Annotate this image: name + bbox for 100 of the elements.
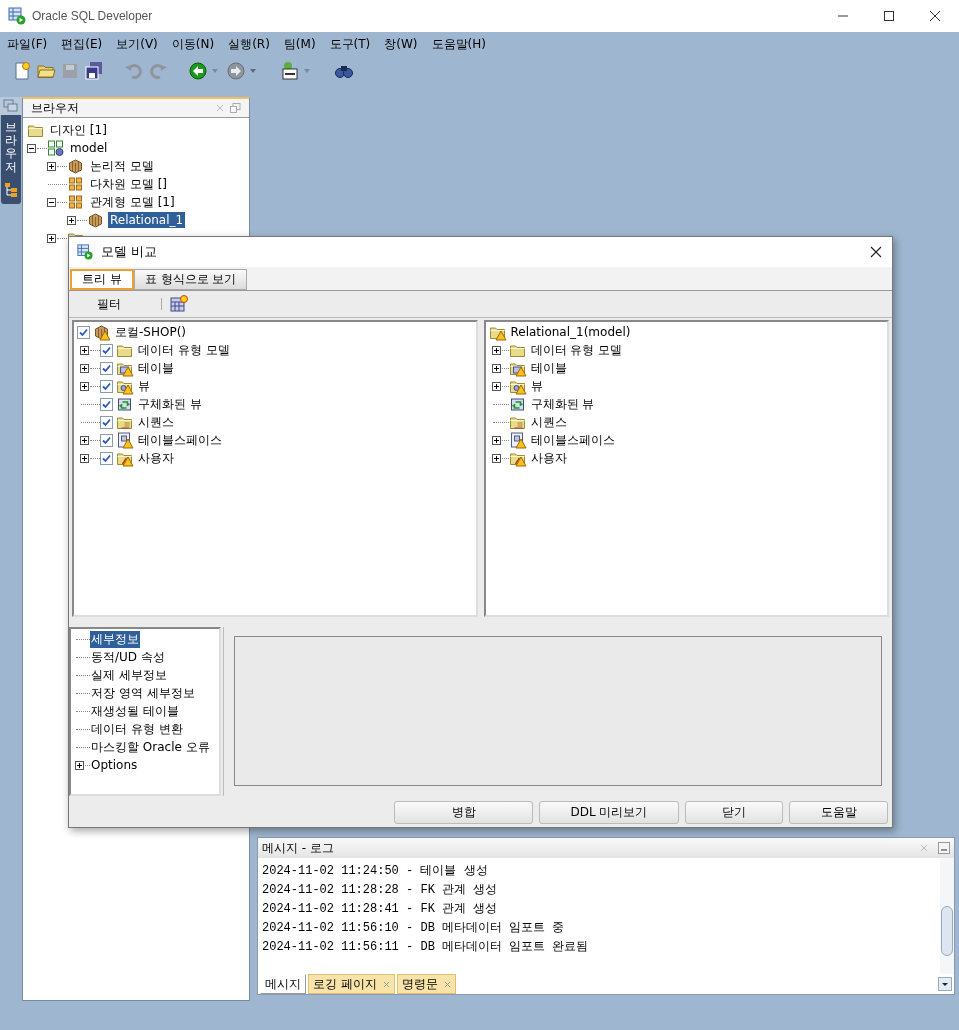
tree-item[interactable]: 테이블스페이스 (530, 431, 615, 449)
app-icon (8, 7, 26, 25)
dialog-button[interactable]: 병합 (394, 801, 533, 824)
tree-item[interactable]: 관계형 모델 [1] (88, 192, 177, 212)
menu-item[interactable]: 파일(F) (7, 35, 48, 53)
nav-item[interactable]: Options (90, 758, 139, 772)
menu-item[interactable]: 이동(N) (171, 35, 215, 53)
browser-side-tab[interactable]: 브라우저 (1, 115, 21, 204)
tree-item[interactable]: 테이블 (138, 359, 174, 377)
expand-icon[interactable] (80, 453, 89, 463)
tree-item[interactable]: Relational_1(model) (510, 325, 631, 339)
tree-item[interactable]: 테이블스페이스 (138, 431, 222, 449)
menu-item[interactable]: 창(W) (384, 35, 418, 53)
dialog-title: 모델 비교 (101, 243, 158, 261)
checkbox[interactable] (77, 325, 90, 339)
grid-icon (67, 175, 85, 193)
log-line: 2024-11-02 11:56:11 - DB 메타데이터 임포트 완료됨 (262, 939, 590, 956)
tree-item[interactable]: 시퀀스 (138, 413, 174, 431)
expand-icon[interactable] (67, 215, 76, 225)
hierarchy-icon (4, 181, 18, 198)
diagram-icon (47, 139, 65, 157)
expand-icon[interactable] (80, 435, 89, 445)
panel-title: 브라우저 (31, 99, 79, 117)
expand-icon[interactable] (491, 453, 501, 463)
tab[interactable]: 명령문 (396, 974, 456, 994)
tree-item[interactable]: 구체화된 뷰 (530, 395, 595, 413)
nav-item[interactable]: 데이터 유형 변환 (90, 720, 184, 738)
tab[interactable]: 메시지 (260, 974, 306, 994)
checkbox[interactable] (100, 397, 113, 411)
nav-item[interactable]: 마스킹할 Oracle 오류 (90, 738, 211, 756)
tree-item[interactable]: 로컬-SHOP() (115, 323, 186, 341)
tree-item[interactable]: 데이터 유형 모델 (138, 341, 230, 359)
log-line: 2024-11-02 11:56:10 - DB 메타데이터 임포트 중 (262, 920, 566, 937)
dropdown-icon[interactable] (938, 977, 952, 991)
menu-item[interactable]: 편집(E) (61, 35, 103, 53)
checkbox[interactable] (100, 343, 113, 357)
log-line: 2024-11-02 11:24:50 - 테이블 생성 (262, 863, 489, 880)
expand-icon[interactable] (491, 345, 501, 355)
tree-item[interactable]: 시퀀스 (530, 413, 567, 431)
tree-item[interactable]: Relational_1 (108, 212, 186, 228)
expand-icon[interactable] (80, 363, 89, 373)
scrollbar[interactable] (940, 858, 954, 974)
tree-item[interactable]: 논리적 모델 (88, 156, 156, 176)
nav-item[interactable]: 동적/UD 속성 (90, 648, 166, 666)
cube-icon (87, 211, 105, 229)
checkbox[interactable] (100, 451, 113, 465)
grid-icon (67, 193, 85, 211)
expand-icon[interactable] (80, 381, 89, 391)
tree-item[interactable]: 뷰 (138, 377, 150, 395)
log-line: 2024-11-02 11:28:28 - FK 관계 생성 (262, 882, 499, 899)
maximize-icon[interactable] (883, 10, 895, 22)
tree-item[interactable]: 데이터 유형 모델 (530, 341, 623, 359)
checkbox[interactable] (100, 379, 113, 393)
calendar-icon[interactable] (170, 295, 188, 313)
nav-item[interactable]: 재생성될 테이블 (90, 702, 180, 720)
menu-item[interactable]: 도구(T) (329, 35, 371, 53)
panel-title: 메시지 - 로그 (262, 839, 334, 857)
minimize-icon[interactable] (938, 842, 950, 854)
tree-item[interactable]: 구체화된 뷰 (138, 395, 202, 413)
checkbox[interactable] (100, 415, 113, 429)
log-line: 2024-11-02 11:28:41 - FK 관계 생성 (262, 901, 499, 918)
menu-item[interactable]: 보기(V) (116, 35, 158, 53)
checkbox[interactable] (100, 433, 113, 447)
expand-icon[interactable] (47, 161, 56, 171)
window-title: Oracle SQL Developer (32, 9, 153, 23)
tree-item[interactable]: 다차원 모델 [] (88, 174, 169, 194)
tree-item[interactable]: 사용자 (138, 449, 174, 467)
menu-item[interactable]: 실행(R) (228, 35, 270, 53)
filter-button[interactable]: 필터 (83, 293, 135, 315)
expand-icon[interactable] (80, 345, 89, 355)
expand-icon[interactable] (47, 233, 56, 243)
dialog-button[interactable]: 닫기 (685, 801, 783, 824)
new-file-icon[interactable] (12, 60, 32, 81)
collapse-icon[interactable] (47, 197, 56, 207)
tree-item[interactable]: 테이블 (530, 359, 567, 377)
save-all-icon[interactable] (84, 60, 104, 81)
menu-item[interactable]: 팀(M) (283, 35, 316, 53)
cube-icon (67, 157, 85, 175)
expand-icon[interactable] (491, 435, 501, 445)
tree-item[interactable]: 뷰 (530, 377, 543, 395)
checkbox[interactable] (100, 361, 113, 375)
tab[interactable]: 표 형식으로 보기 (133, 269, 248, 290)
dialog-button[interactable]: 도움말 (789, 801, 888, 824)
nav-item[interactable]: 세부정보 (90, 630, 140, 648)
tab[interactable]: 로깅 페이지 (308, 974, 395, 994)
menu-item[interactable]: 도움말(H) (431, 35, 486, 53)
close-icon[interactable] (870, 246, 882, 258)
nav-item[interactable]: 실제 세부정보 (90, 666, 168, 684)
dialog-button[interactable]: DDL 미리보기 (539, 801, 679, 824)
close-icon[interactable] (929, 10, 941, 22)
collapse-icon[interactable] (27, 143, 36, 153)
tab[interactable]: 트리 뷰 (70, 269, 134, 290)
tree-item[interactable]: 사용자 (530, 449, 567, 467)
tree-item[interactable]: 디자인 [1] (48, 120, 109, 140)
app-icon (77, 244, 93, 260)
tree-item[interactable]: model (68, 140, 110, 156)
expand-icon[interactable] (491, 363, 501, 373)
nav-item[interactable]: 저장 영역 세부정보 (90, 684, 196, 702)
expand-icon[interactable] (75, 760, 84, 770)
expand-icon[interactable] (491, 381, 501, 391)
